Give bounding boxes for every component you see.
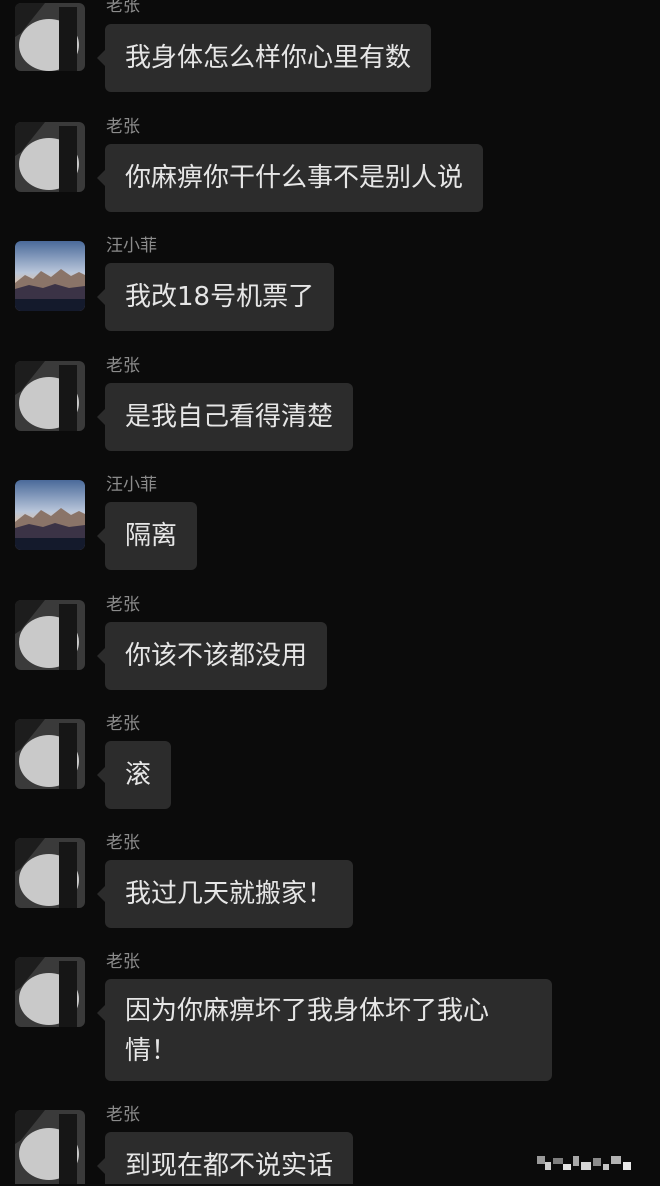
sender-name: 老张 [106, 117, 140, 137]
sender-name: 老张 [106, 0, 140, 16]
dark-silhouette-avatar-icon [15, 838, 85, 908]
message-bubble[interactable]: 我身体怎么样你心里有数 [96, 24, 432, 92]
avatar-wang-xiaofei[interactable] [15, 480, 85, 550]
dark-silhouette-avatar-icon [15, 719, 85, 789]
avatar-lao-zhang[interactable] [15, 3, 85, 71]
sender-name: 老张 [106, 952, 140, 972]
dark-silhouette-avatar-icon [15, 361, 85, 431]
avatar-lao-zhang[interactable] [15, 1110, 85, 1184]
avatar-lao-zhang[interactable] [15, 361, 85, 431]
avatar-lao-zhang[interactable] [15, 122, 85, 192]
sender-name: 老张 [106, 595, 140, 615]
message-bubble[interactable]: 我过几天就搬家！ [96, 860, 354, 928]
message-bubble[interactable]: 是我自己看得清楚 [96, 383, 354, 451]
message-bubble[interactable]: 我改18号机票了 [96, 263, 335, 331]
message-bubble[interactable]: 你麻痹你干什么事不是别人说 [96, 144, 484, 212]
message-bubble[interactable]: 到现在都不说实话 [96, 1132, 354, 1184]
sender-name: 老张 [106, 356, 140, 376]
avatar-wang-xiaofei[interactable] [15, 241, 85, 311]
dark-silhouette-avatar-icon [15, 600, 85, 670]
dark-silhouette-avatar-icon [15, 3, 85, 71]
avatar-lao-zhang[interactable] [15, 600, 85, 670]
dark-silhouette-avatar-icon [15, 122, 85, 192]
avatar-lao-zhang[interactable] [15, 838, 85, 908]
dark-silhouette-avatar-icon [15, 957, 85, 1027]
message-bubble[interactable]: 隔离 [96, 502, 198, 570]
message-bubble[interactable]: 因为你麻痹坏了我身体坏了我心情！ [97, 979, 552, 1081]
sender-name: 汪小菲 [106, 475, 157, 495]
avatar-lao-zhang[interactable] [15, 957, 85, 1027]
dark-silhouette-avatar-icon [15, 1110, 85, 1184]
sender-name: 老张 [106, 833, 140, 853]
sender-name: 汪小菲 [106, 236, 157, 256]
avatar-lao-zhang[interactable] [15, 719, 85, 789]
mountain-landscape-avatar-icon [15, 241, 85, 311]
pixelated-watermark-icon [537, 1156, 631, 1170]
sender-name: 老张 [106, 1105, 140, 1125]
mountain-landscape-avatar-icon [15, 480, 85, 550]
sender-name: 老张 [106, 714, 140, 734]
message-bubble[interactable]: 你该不该都没用 [96, 622, 328, 690]
message-bubble[interactable]: 滚 [96, 741, 172, 809]
chat-message-list[interactable]: 老张 我身体怎么样你心里有数 老张 你麻痹你干什么事不是别人说 汪小菲 我改18 [0, 0, 660, 1184]
